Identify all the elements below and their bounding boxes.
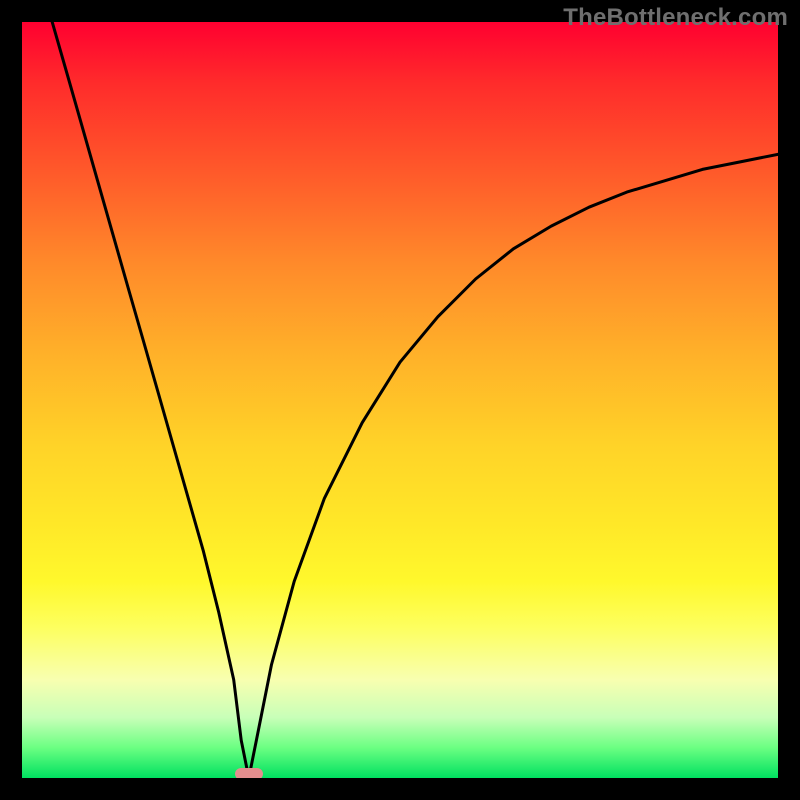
plot-area bbox=[22, 22, 778, 778]
watermark-text: TheBottleneck.com bbox=[563, 4, 788, 32]
optimum-marker bbox=[235, 768, 263, 778]
chart-frame: TheBottleneck.com bbox=[0, 0, 800, 800]
bottleneck-curve bbox=[52, 22, 778, 778]
curve-svg bbox=[22, 22, 778, 778]
